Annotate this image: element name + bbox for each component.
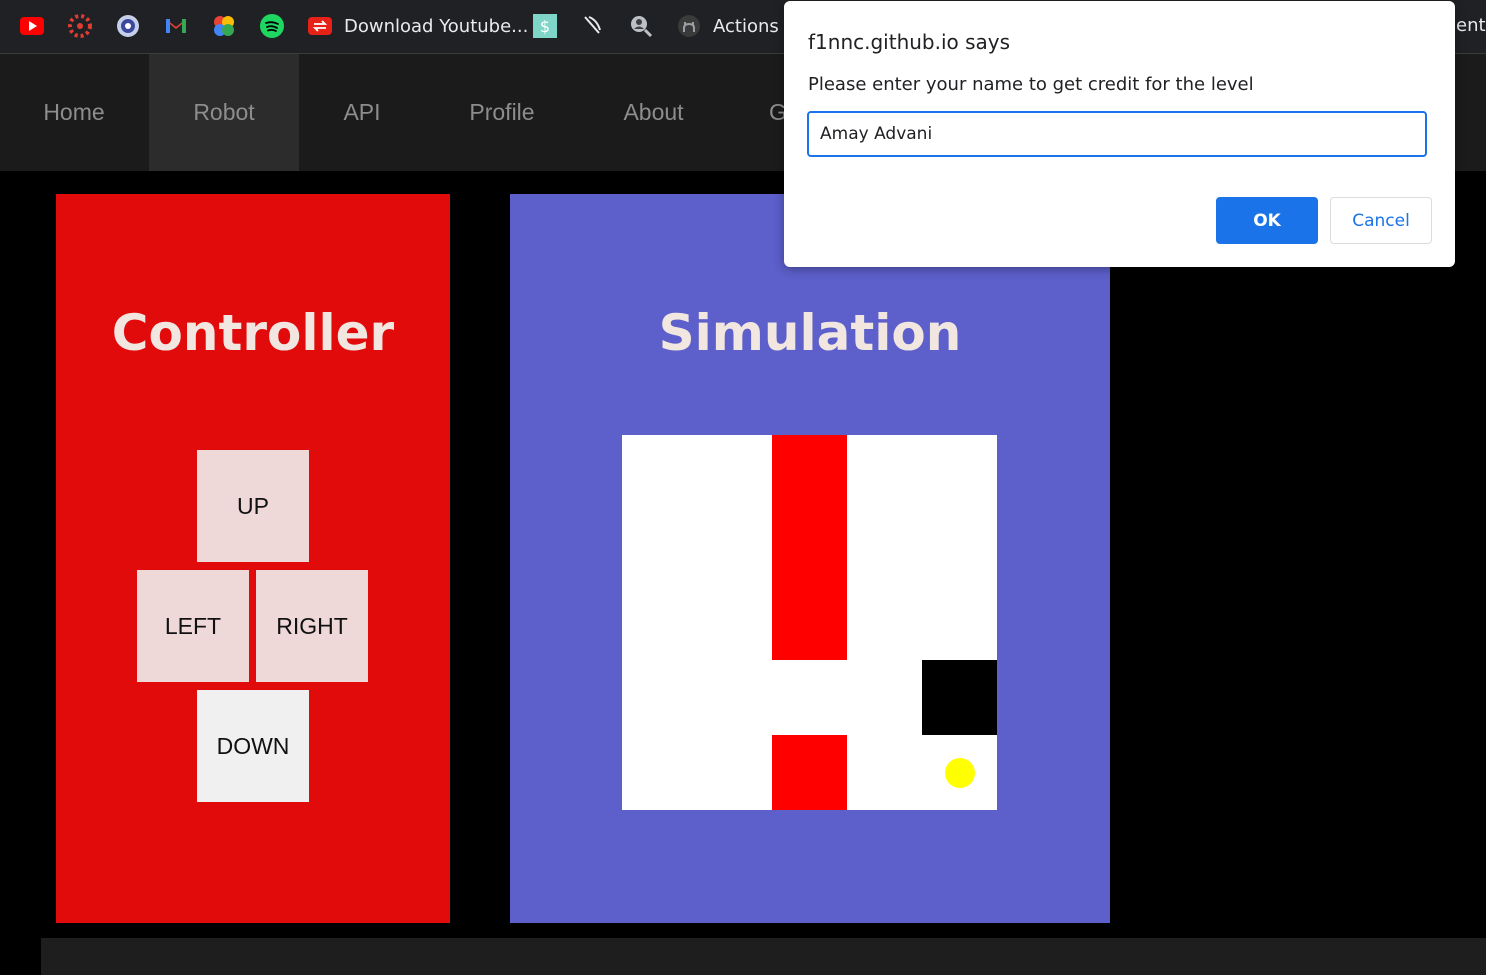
nav-robot[interactable]: Robot (149, 54, 299, 171)
photos-icon (212, 14, 236, 38)
dialog-message: Please enter your name to get credit for… (808, 74, 1254, 95)
robot-marker (922, 735, 997, 810)
bookmark-actions[interactable]: Actions · (677, 12, 790, 40)
dialog-title: f1nnc.github.io says (808, 30, 1011, 54)
page-footer (41, 938, 1486, 975)
bookmark-dollar[interactable]: $ (533, 12, 557, 40)
bookmark-gmail[interactable] (164, 12, 188, 40)
bookmark-feather[interactable] (581, 12, 605, 40)
svg-text:$: $ (540, 17, 550, 36)
wall-cell (772, 435, 847, 510)
wall-cell (772, 510, 847, 585)
github-icon (677, 14, 701, 38)
spotify-icon (260, 14, 284, 38)
dollar-icon: $ (533, 14, 557, 38)
bookmark-download-youtube[interactable]: Download Youtube... (308, 12, 528, 40)
bookmark-label: Actions · (713, 15, 791, 37)
bookmark-youtube[interactable] (20, 12, 44, 40)
bookmark-photos[interactable] (212, 12, 236, 40)
simulation-title: Simulation (658, 304, 962, 362)
nav-api[interactable]: API (299, 54, 425, 171)
up-button[interactable]: UP (197, 450, 309, 562)
left-button[interactable]: LEFT (137, 570, 249, 682)
controller-title: Controller (111, 304, 395, 362)
bookmark-spotify[interactable] (260, 12, 284, 40)
youtube-icon (20, 14, 44, 38)
simulation-panel: Simulation (510, 194, 1110, 923)
nav-home[interactable]: Home (0, 54, 148, 171)
feather-icon (581, 14, 605, 38)
bookmark-label: Download Youtube... (344, 15, 529, 37)
shield-icon (116, 14, 140, 38)
nav-about[interactable]: About (579, 54, 728, 171)
bookmark-overflow-label[interactable]: ents (1456, 12, 1486, 40)
bookmark-canvas[interactable] (68, 12, 92, 40)
youtube-download-icon (308, 14, 332, 38)
robot-dot (944, 757, 975, 788)
wall-cell (772, 585, 847, 660)
nav-profile[interactable]: Profile (425, 54, 579, 171)
wall-cell (772, 735, 847, 810)
block-cell (922, 660, 997, 735)
name-input[interactable] (807, 111, 1427, 157)
prompt-dialog: f1nnc.github.io says Please enter your n… (784, 1, 1455, 267)
right-button[interactable]: RIGHT (256, 570, 368, 682)
simulation-grid (622, 435, 997, 810)
ok-button[interactable]: OK (1216, 197, 1318, 244)
controller-panel: Controller UP LEFT RIGHT DOWN (56, 194, 450, 923)
down-button[interactable]: DOWN (197, 690, 309, 802)
bookmark-shield[interactable] (116, 12, 140, 40)
search-person-icon (629, 14, 653, 38)
canvas-icon (68, 14, 92, 38)
gmail-icon (164, 14, 188, 38)
cancel-button[interactable]: Cancel (1330, 197, 1432, 244)
bookmark-search-person[interactable] (629, 12, 653, 40)
